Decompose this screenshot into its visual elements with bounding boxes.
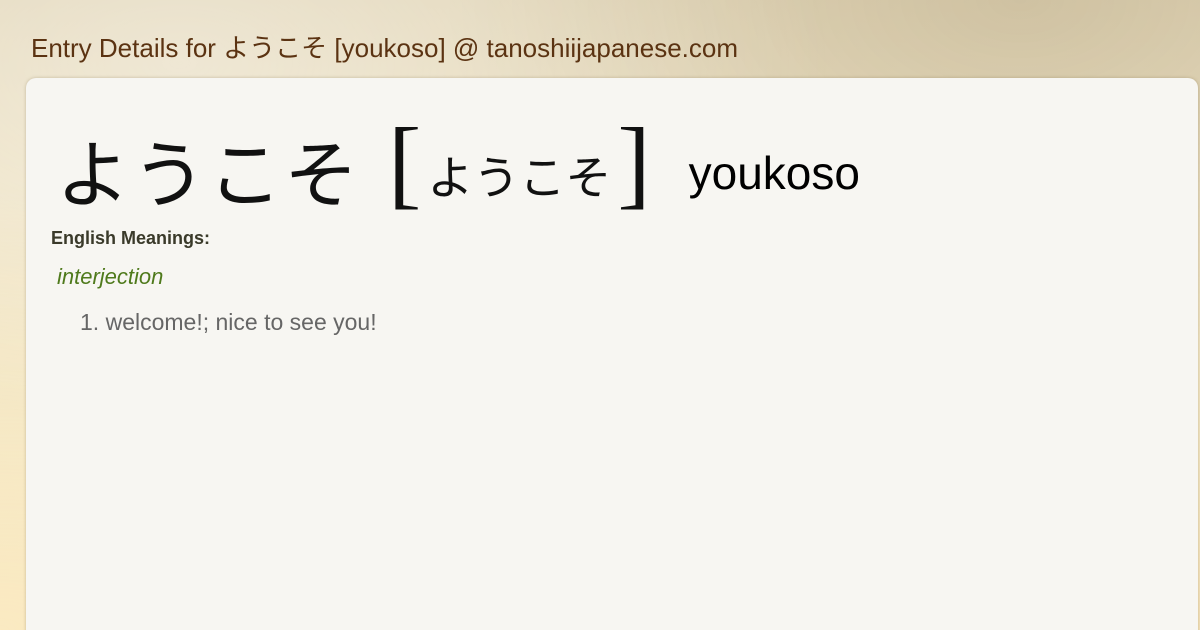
reading-kana: ようこそ — [427, 151, 612, 205]
meaning-text: welcome!; nice to see you! — [105, 309, 377, 335]
meanings-label: English Meanings: — [51, 228, 211, 248]
entry-word: ようこそ — [56, 132, 360, 219]
meaning-item: 1. welcome!; nice to see you! — [80, 308, 377, 336]
part-of-speech: interjection — [57, 264, 164, 289]
reading-close-bracket: ] — [617, 107, 651, 218]
entry-romaji: youkoso — [688, 147, 860, 199]
page-title: Entry Details for ようこそ [youkoso] @ tanos… — [31, 33, 739, 63]
entry-panel: ようこそ [ ようこそ ] youkoso English Meanings: … — [26, 78, 1198, 630]
entry-reading: [ ようこそ ] — [388, 113, 651, 219]
meaning-number: 1. — [80, 309, 100, 335]
reading-open-bracket: [ — [388, 107, 422, 218]
entry-heading: ようこそ [ ようこそ ] youkoso — [56, 113, 860, 224]
meaning-list: 1. welcome!; nice to see you! — [80, 308, 377, 336]
